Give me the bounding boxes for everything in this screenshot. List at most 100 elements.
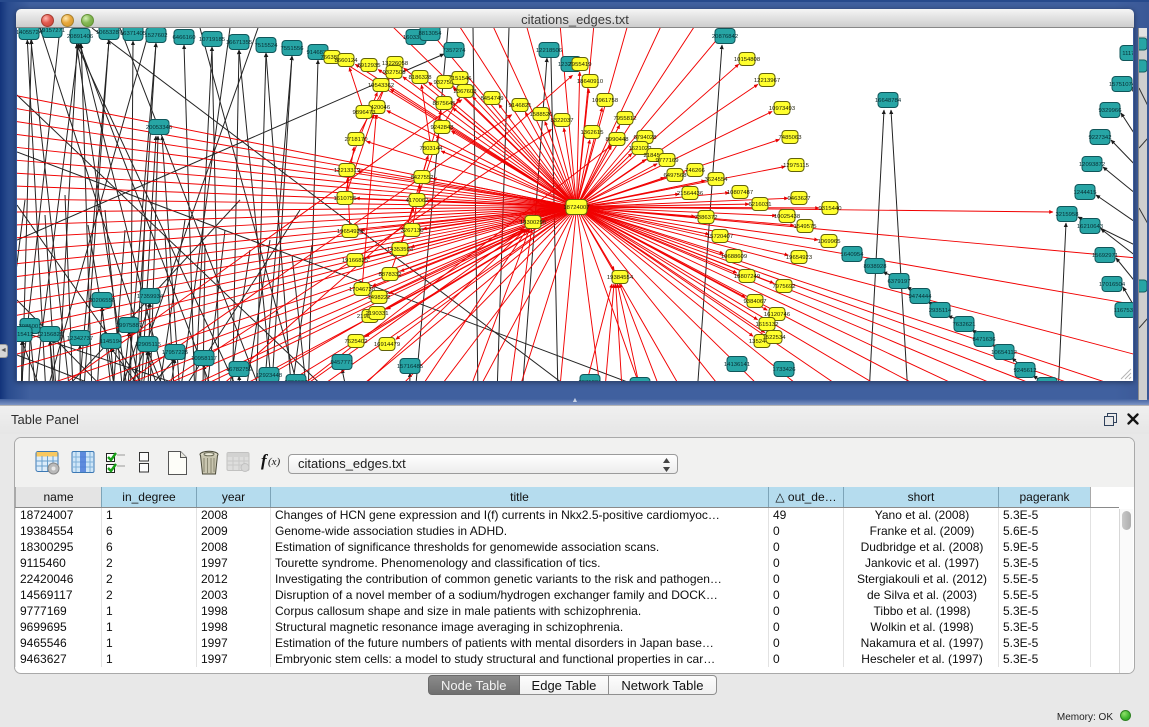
- svg-text:10688609: 10688609: [721, 254, 747, 260]
- svg-text:9245612: 9245612: [1014, 368, 1037, 374]
- svg-text:10543362: 10543362: [368, 83, 394, 89]
- svg-text:8938928: 8938928: [864, 264, 888, 270]
- svg-text:16671355: 16671355: [226, 40, 253, 46]
- svg-text:10653287: 10653287: [96, 30, 122, 36]
- svg-text:6379197: 6379197: [888, 279, 911, 285]
- svg-text:10973493: 10973493: [769, 106, 796, 112]
- svg-text:7955419: 7955419: [569, 62, 592, 68]
- svg-text:12342737: 12342737: [67, 336, 93, 342]
- svg-text:8875645: 8875645: [433, 101, 457, 107]
- svg-text:19384554: 19384554: [607, 275, 634, 281]
- svg-text:20053346: 20053346: [146, 125, 173, 131]
- svg-text:18724007: 18724007: [563, 205, 589, 211]
- svg-text:10654112: 10654112: [991, 350, 1017, 356]
- svg-text:6216031: 6216031: [749, 202, 772, 208]
- svg-text:12218506: 12218506: [536, 48, 563, 54]
- svg-text:8427552: 8427552: [411, 175, 434, 181]
- svg-text:18807249: 18807249: [734, 274, 760, 280]
- svg-text:7632621: 7632621: [953, 322, 976, 328]
- svg-text:7625402: 7625402: [345, 339, 368, 345]
- svg-text:21564436: 21564436: [677, 191, 704, 197]
- svg-text:17016504: 17016504: [1099, 282, 1126, 288]
- svg-text:1640954: 1640954: [841, 252, 865, 258]
- svg-text:7551556: 7551556: [281, 46, 305, 52]
- svg-text:7485063: 7485063: [779, 135, 803, 141]
- svg-text:14353594: 14353594: [387, 247, 414, 253]
- svg-text:1145194: 1145194: [100, 339, 123, 345]
- svg-text:9457771: 9457771: [331, 360, 354, 366]
- svg-text:2367608: 2367608: [454, 89, 478, 95]
- svg-text:9227342: 9227342: [1089, 135, 1112, 141]
- svg-text:(x): (x): [268, 456, 281, 468]
- svg-text:12156829: 12156829: [37, 332, 63, 338]
- svg-text:3915412: 3915412: [17, 332, 33, 338]
- svg-text:1615132: 1615132: [756, 322, 779, 328]
- svg-text:2935114: 2935114: [929, 308, 952, 314]
- svg-text:19157271: 19157271: [39, 28, 65, 34]
- svg-text:3215958: 3215958: [1056, 212, 1080, 218]
- svg-text:9327503: 9327503: [383, 70, 407, 76]
- svg-text:15751074: 15751074: [1109, 82, 1133, 88]
- svg-text:2718170: 2718170: [345, 137, 369, 143]
- svg-text:1069965: 1069965: [818, 239, 842, 245]
- svg-text:7386372: 7386372: [695, 215, 718, 221]
- svg-text:1362615: 1362615: [581, 130, 605, 136]
- svg-text:746266: 746266: [685, 168, 705, 174]
- svg-text:19654923: 19654923: [786, 255, 813, 261]
- svg-text:8471636: 8471636: [973, 337, 997, 343]
- svg-text:9146821: 9146821: [509, 103, 532, 109]
- svg-text:9463627: 9463627: [788, 196, 811, 202]
- svg-text:16648784: 16648784: [875, 98, 902, 104]
- svg-text:1498222: 1498222: [368, 295, 391, 301]
- svg-text:19166825: 19166825: [342, 258, 369, 264]
- svg-text:12093872: 12093872: [1079, 162, 1105, 168]
- svg-text:12905115: 12905115: [135, 342, 161, 348]
- svg-text:19975887: 19975887: [116, 323, 142, 329]
- svg-text:8454749: 8454749: [481, 96, 504, 102]
- svg-text:3267130: 3267130: [401, 228, 425, 234]
- svg-text:19654933: 19654933: [337, 229, 364, 235]
- svg-text:1167534: 1167534: [1114, 308, 1133, 314]
- svg-text:12923448: 12923448: [256, 373, 283, 379]
- svg-text:8186328: 8186328: [409, 75, 433, 81]
- svg-text:9896473: 9896473: [353, 110, 377, 116]
- svg-text:6497568: 6497568: [664, 173, 688, 179]
- svg-text:7975692: 7975692: [773, 284, 796, 290]
- svg-text:20876842: 20876842: [712, 34, 738, 40]
- svg-text:8813054: 8813054: [419, 31, 443, 37]
- svg-text:4170062: 4170062: [406, 198, 429, 204]
- svg-text:10154808: 10154808: [734, 57, 761, 63]
- svg-text:9242843: 9242843: [431, 125, 455, 131]
- svg-text:8912935: 8912935: [358, 63, 382, 69]
- svg-text:15692971: 15692971: [1092, 253, 1118, 259]
- svg-text:9315440: 9315440: [819, 206, 843, 212]
- svg-text:8660124: 8660124: [335, 58, 359, 64]
- svg-text:7515524: 7515524: [255, 43, 279, 49]
- svg-text:10719185: 10719185: [199, 37, 226, 43]
- svg-text:8878332: 8878332: [379, 272, 402, 278]
- svg-text:15720407: 15720407: [707, 234, 733, 240]
- svg-text:14136141: 14136141: [724, 362, 750, 368]
- svg-text:16914479: 16914479: [374, 342, 400, 348]
- svg-text:16210643: 16210643: [1077, 224, 1104, 230]
- svg-text:10961758: 10961758: [592, 98, 619, 104]
- svg-text:9474444: 9474444: [909, 294, 933, 300]
- svg-text:9350667: 9350667: [285, 380, 308, 381]
- svg-text:1527602: 1527602: [145, 33, 168, 39]
- svg-text:7151546: 7151546: [449, 76, 473, 82]
- svg-text:8322037: 8322037: [551, 118, 574, 124]
- svg-text:10958117: 10958117: [191, 356, 217, 362]
- svg-text:1733426: 1733426: [773, 367, 797, 373]
- svg-text:12975115: 12975115: [783, 163, 809, 169]
- svg-text:6466160: 6466160: [173, 35, 197, 41]
- svg-text:17957225: 17957225: [162, 350, 189, 356]
- svg-text:6794028: 6794028: [634, 135, 658, 141]
- svg-text:8935221: 8935221: [579, 380, 602, 381]
- svg-text:16371405: 16371405: [120, 31, 147, 37]
- svg-text:9329966: 9329966: [1099, 108, 1123, 114]
- svg-text:15716485: 15716485: [397, 364, 424, 370]
- svg-text:7955812: 7955812: [614, 116, 637, 122]
- svg-text:1610755: 1610755: [334, 196, 358, 202]
- svg-text:1549575: 1549575: [794, 224, 818, 230]
- svg-text:16782759: 16782759: [226, 367, 252, 373]
